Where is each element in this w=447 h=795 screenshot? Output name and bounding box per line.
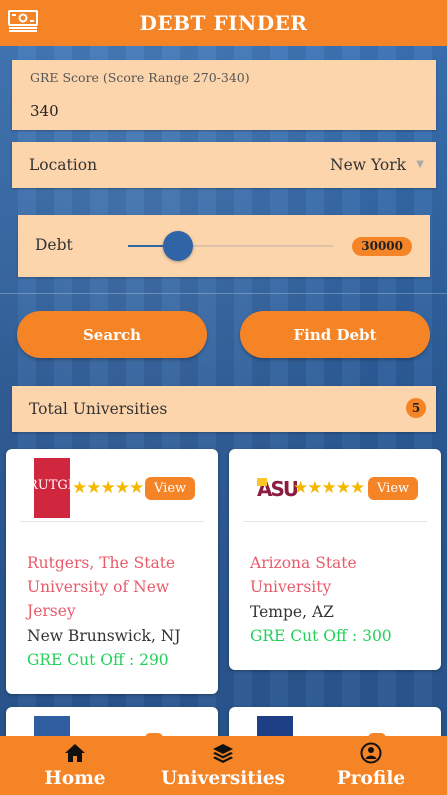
find-debt-button[interactable]: Find Debt	[240, 311, 430, 358]
university-location: New Brunswick, NJ	[27, 627, 181, 645]
university-card[interactable]: ASU ★★★★★ View Arizona State University …	[229, 449, 441, 670]
asu-logo: ASU	[257, 475, 297, 505]
dropdown-arrow-icon: ▼	[416, 159, 424, 170]
location-value: New York	[330, 156, 406, 174]
nav-home[interactable]: Home	[40, 736, 110, 795]
nav-profile-label: Profile	[336, 768, 406, 789]
debt-slider-card: Debt 30000	[18, 215, 430, 277]
university-name[interactable]: Rutgers, The State University of New Jer…	[27, 551, 204, 623]
nav-profile[interactable]: Profile	[336, 736, 406, 795]
gre-cutoff: GRE Cut Off : 300	[250, 627, 392, 645]
rutgers-logo: RUTGERS	[34, 458, 70, 518]
university-name[interactable]: Arizona State University	[250, 551, 427, 599]
gre-score-label: GRE Score (Score Range 270-340)	[30, 70, 250, 85]
view-button[interactable]: View	[368, 477, 419, 500]
layers-icon	[212, 741, 234, 765]
nav-universities[interactable]: Universities	[160, 736, 286, 795]
app-header: DEBT FINDER	[0, 0, 447, 46]
home-icon	[64, 741, 86, 765]
money-icon[interactable]	[8, 9, 38, 33]
card-divider	[20, 521, 204, 522]
divider	[0, 293, 447, 294]
university-card[interactable]: RUTGERS ★★★★★ View Rutgers, The State Un…	[6, 449, 218, 694]
gre-score-input[interactable]: 340	[30, 102, 59, 120]
debt-value-badge: 30000	[352, 237, 412, 256]
location-label: Location	[29, 156, 98, 174]
rating-stars: ★★★★★	[293, 478, 365, 498]
user-circle-icon	[360, 741, 382, 765]
gre-score-field[interactable]: GRE Score (Score Range 270-340) 340	[12, 60, 436, 130]
total-universities-bar: Total Universities 5	[12, 386, 436, 432]
debt-label: Debt	[35, 236, 73, 254]
search-button[interactable]: Search	[17, 311, 207, 358]
view-button[interactable]: View	[145, 477, 196, 500]
app-title: DEBT FINDER	[139, 11, 308, 35]
debt-slider-thumb[interactable]	[163, 231, 193, 261]
location-select[interactable]: Location New York ▼	[12, 142, 436, 188]
total-universities-label: Total Universities	[29, 400, 168, 418]
nav-home-label: Home	[44, 768, 106, 789]
nav-universities-label: Universities	[160, 768, 286, 789]
card-divider	[243, 521, 427, 522]
total-count-badge: 5	[406, 398, 426, 418]
rating-stars: ★★★★★	[72, 478, 144, 498]
university-location: Tempe, AZ	[250, 603, 334, 621]
bottom-navigation: Home Universities Profile	[0, 736, 447, 795]
gre-cutoff: GRE Cut Off : 290	[27, 651, 169, 669]
